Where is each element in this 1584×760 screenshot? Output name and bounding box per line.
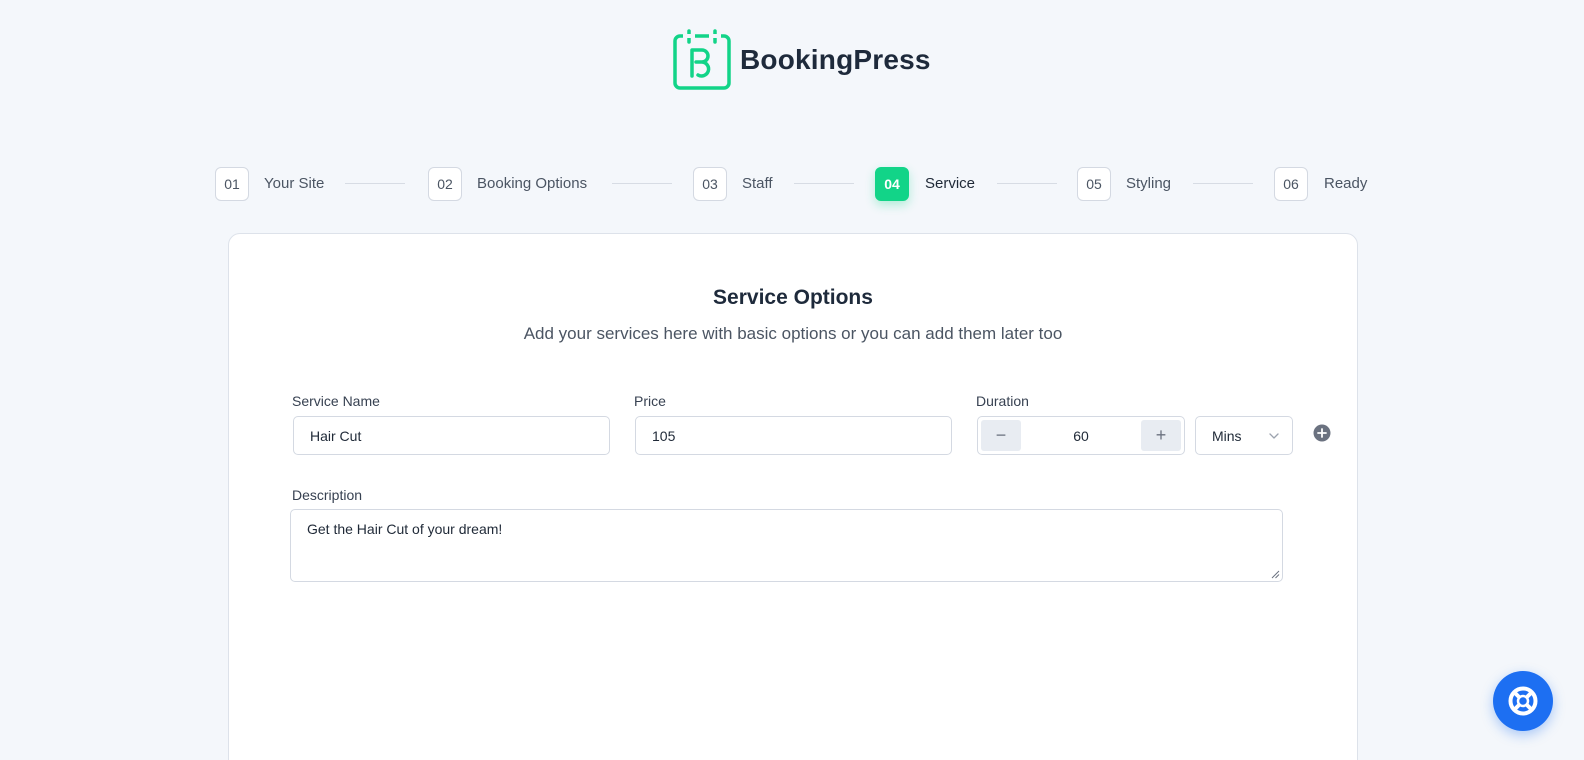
brand-logo: BookingPress [672,29,931,91]
step-divider [1193,183,1253,184]
lifebuoy-icon [1508,686,1538,716]
duration-unit-value: Mins [1212,427,1242,444]
card-subtitle: Add your services here with basic option… [523,324,1063,343]
service-name-input[interactable]: Hair Cut [293,416,610,455]
step-3-number[interactable]: 03 [693,167,727,201]
brand-name: BookingPress [740,44,931,75]
step-6-label[interactable]: Ready [1324,167,1367,201]
wizard-steps: 01 Your Site 02 Booking Options 03 Staff… [0,167,1584,201]
help-button[interactable] [1493,671,1553,731]
description-value: Get the Hair Cut of your dream! [307,521,503,537]
step-5-label[interactable]: Styling [1126,167,1171,201]
duration-stepper[interactable]: − 60 + [977,416,1185,455]
duration-decrement-button[interactable]: − [981,420,1021,451]
service-name-label: Service Name [292,393,380,409]
step-1-label[interactable]: Your Site [264,167,324,201]
chevron-down-icon [1269,432,1279,439]
duration-increment-button[interactable]: + [1140,420,1181,451]
step-4-number[interactable]: 04 [875,167,909,201]
step-3-label[interactable]: Staff [742,167,773,201]
step-2-label[interactable]: Booking Options [477,167,587,201]
card-title: Service Options [713,286,873,309]
service-options-card: Service Options Add your services here w… [228,233,1358,760]
duration-label: Duration [976,393,1029,409]
step-1-number[interactable]: 01 [215,167,249,201]
plus-circle-icon[interactable] [1313,424,1331,442]
price-input[interactable]: 105 [635,416,952,455]
step-divider [612,183,672,184]
price-label: Price [634,393,666,409]
step-2-number[interactable]: 02 [428,167,462,201]
step-5-number[interactable]: 05 [1077,167,1111,201]
price-value: 105 [652,427,676,444]
step-divider [997,183,1057,184]
duration-value[interactable]: 60 [1073,428,1089,444]
duration-unit-select[interactable]: Mins [1195,416,1293,455]
description-textarea[interactable]: Get the Hair Cut of your dream! [290,509,1283,582]
resize-handle-icon[interactable] [1271,570,1280,579]
service-name-value: Hair Cut [310,427,362,444]
step-6-number[interactable]: 06 [1274,167,1308,201]
step-divider [345,183,405,184]
bookingpress-logo-icon [673,29,731,90]
step-4-label[interactable]: Service [925,167,975,201]
step-divider [794,183,854,184]
description-label: Description [292,487,363,503]
